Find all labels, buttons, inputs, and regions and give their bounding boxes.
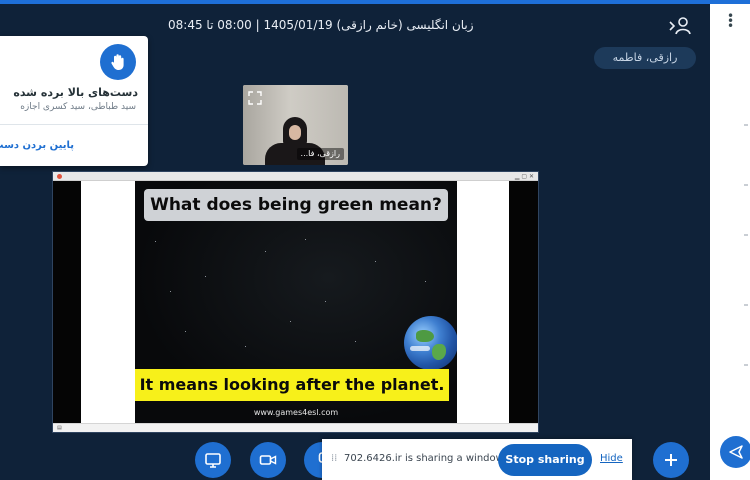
raise-hand-button[interactable] — [100, 44, 136, 80]
stop-sharing-button[interactable]: Stop sharing — [498, 444, 592, 476]
star — [325, 301, 326, 302]
user-icon — [669, 17, 691, 35]
screen-share-notification: ⁞⁞ 702.6426.ir is sharing a window. Stop… — [322, 439, 632, 480]
chat-sidebar: • • • — [710, 4, 750, 480]
participants-toggle[interactable] — [668, 16, 692, 36]
slide-answer: It means looking after the planet. — [135, 369, 449, 401]
webcam-person-face — [289, 125, 301, 140]
shared-window-statusbar: ▤ — [53, 423, 538, 432]
more-options-icon[interactable]: • • • — [727, 10, 734, 32]
hand-icon — [111, 54, 124, 70]
star — [245, 346, 246, 347]
video-button[interactable] — [250, 442, 286, 478]
presenter-badge[interactable]: رازقی، فاطمه — [594, 47, 696, 69]
actions-button[interactable] — [653, 442, 689, 478]
share-message: 702.6426.ir is sharing a window. — [344, 453, 507, 464]
star — [265, 251, 266, 252]
star — [305, 239, 306, 240]
screen-share-icon — [205, 453, 221, 468]
sidebar-divider — [744, 124, 748, 126]
star — [290, 321, 291, 322]
expand-icon[interactable] — [248, 90, 262, 105]
shared-window-titlebar: ▁ ▢ ✕ — [53, 172, 538, 181]
sidebar-divider — [744, 234, 748, 236]
slide-website: www.games4esl.com — [253, 408, 339, 417]
star — [375, 261, 376, 262]
star — [205, 276, 206, 277]
video-icon — [259, 455, 277, 465]
card-divider — [0, 124, 148, 125]
slide-right-margin — [457, 181, 509, 423]
slide-left-pane — [53, 181, 81, 423]
send-icon — [729, 445, 743, 459]
earth-icon — [404, 316, 457, 370]
star — [170, 291, 171, 292]
presentation-slide: What does being green mean? It means loo… — [135, 181, 457, 423]
meeting-title: زبان انگلیسی (خانم رازقی) 1405/01/19 | 0… — [168, 18, 474, 32]
star — [425, 281, 426, 282]
app-dot-icon — [57, 174, 62, 179]
slide-right-pane — [509, 181, 538, 423]
window-controls-icon: ▁ ▢ ✕ — [514, 173, 534, 180]
webcam-tile[interactable]: رازقی، فا... — [243, 85, 348, 165]
slide-left-margin — [81, 181, 135, 423]
send-button[interactable] — [720, 436, 750, 468]
status-icon: ▤ — [57, 425, 62, 431]
star — [155, 241, 156, 242]
webcam-name-label: رازقی، فا... — [296, 148, 344, 160]
star — [185, 331, 186, 332]
slide-question: What does being green mean? — [144, 189, 448, 221]
raised-hands-names: سید طباطی، سید کسری اجازه — [20, 102, 136, 112]
sidebar-divider — [744, 184, 748, 186]
drag-handle-icon[interactable]: ⁞⁞ — [331, 452, 337, 466]
sidebar-divider — [744, 304, 748, 306]
lower-hands-link[interactable]: پایین بردن دست — [0, 140, 74, 151]
sidebar-divider — [744, 364, 748, 366]
raised-hands-card: دست‌های بالا برده شده سید طباطی، سید کسر… — [0, 36, 148, 166]
shared-window: ▁ ▢ ✕ What does being green mean? It mea… — [52, 171, 539, 433]
plus-icon — [665, 454, 677, 466]
hide-link[interactable]: Hide — [600, 453, 623, 464]
star — [355, 341, 356, 342]
raised-hands-title: دست‌های بالا برده شده — [13, 86, 138, 99]
screen-share-button[interactable] — [195, 442, 231, 478]
